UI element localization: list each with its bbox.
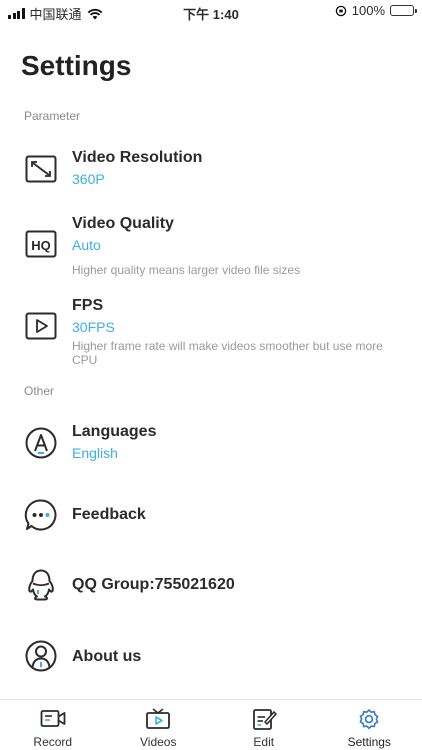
status-right: 100% [335,3,417,18]
battery-percent: 100% [351,3,385,18]
battery-icon [390,5,417,16]
chat-bubble-icon [24,499,57,531]
setting-title: Feedback [72,506,146,523]
setting-title: Video Quality [72,215,174,232]
setting-title: QQ Group:755021620 [72,576,235,593]
gear-icon [359,709,379,730]
tab-settings[interactable]: Settings [317,700,422,750]
orientation-lock-icon [335,5,346,16]
setting-value: 360P [72,171,105,187]
page-title: Settings [21,50,132,81]
tab-videos[interactable]: Videos [106,700,212,750]
status-bar: 中国联通 下午 1:40 100% [0,0,422,24]
play-icon [25,312,57,340]
setting-description: Higher quality means larger video file s… [72,263,301,277]
setting-title: About us [72,648,142,665]
setting-value: 30FPS [72,319,115,335]
resolution-icon [25,155,57,183]
section-label-parameter: Parameter [24,109,81,123]
record-icon [40,710,66,727]
setting-value: Auto [72,237,101,253]
setting-row-video-resolution[interactable]: Video Resolution 360P [0,140,422,200]
tab-label: Edit [253,735,275,749]
tab-label: Settings [347,735,391,749]
setting-title: Video Resolution [72,149,203,166]
qq-penguin-icon [28,569,54,601]
svg-text:HQ: HQ [31,238,51,253]
tab-bar: Record Videos Edit Settings [0,699,422,750]
tab-record[interactable]: Record [0,700,106,750]
setting-title: Languages [72,423,157,440]
tab-edit[interactable]: Edit [211,700,317,750]
hq-icon: HQ [25,230,57,258]
user-info-icon [25,640,57,672]
tab-label: Record [33,735,73,749]
tab-label: Videos [140,735,177,749]
setting-row-languages[interactable]: Languages English [0,414,422,474]
tv-play-icon [146,708,171,729]
setting-description: Higher frame rate will make videos smoot… [72,339,383,367]
language-icon [25,427,57,459]
setting-value: English [72,445,118,461]
setting-title: FPS [72,297,104,314]
setting-row-fps[interactable]: FPS 30FPS Higher frame rate will make vi… [0,288,422,368]
edit-icon [252,709,277,730]
setting-row-qq-group[interactable]: QQ Group:755021620 [0,560,422,610]
setting-row-feedback[interactable]: Feedback [0,490,422,540]
setting-row-about-us[interactable]: About us [0,630,422,685]
setting-row-video-quality[interactable]: HQ Video Quality Auto Higher quality mea… [0,206,422,286]
section-label-other: Other [24,384,55,398]
